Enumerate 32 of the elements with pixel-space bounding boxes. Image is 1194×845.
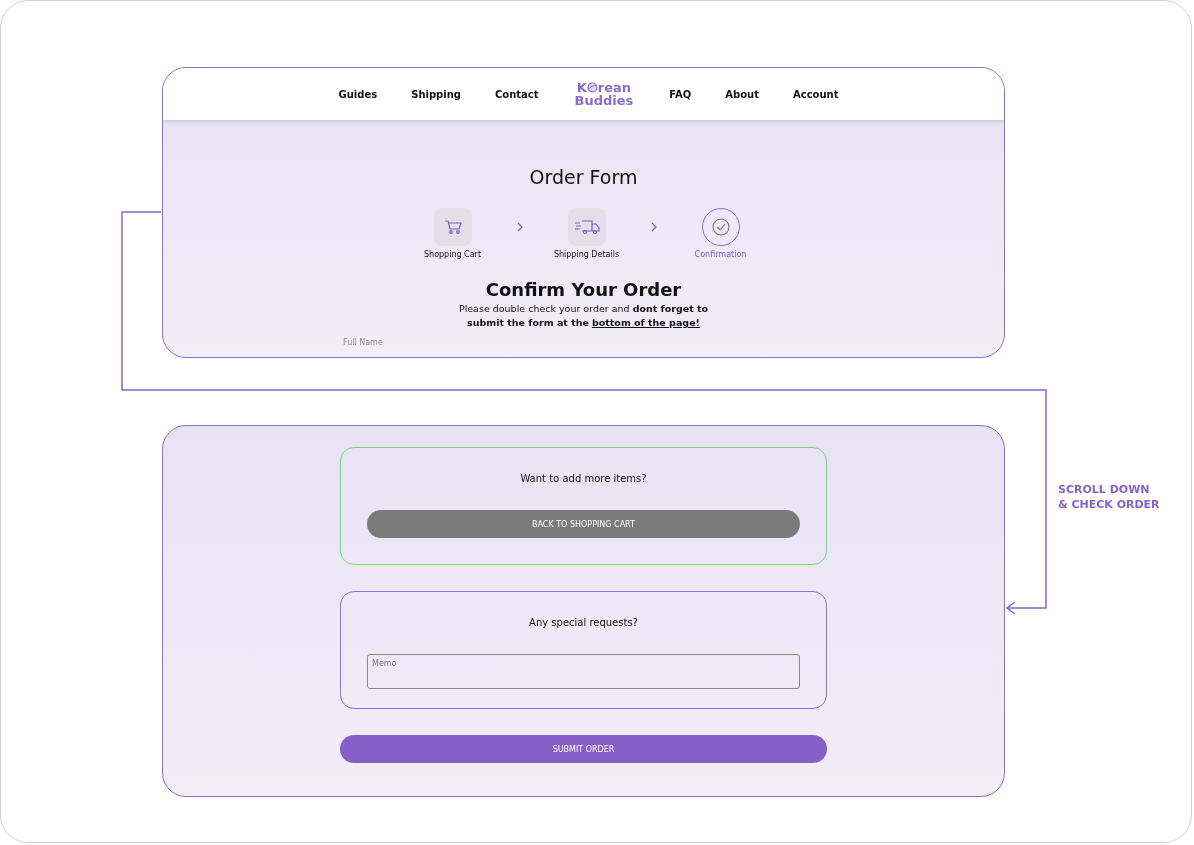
section-title: Confirm Your Order — [485, 279, 682, 300]
back-to-cart-button[interactable]: BACK TO SHOPPING CART — [367, 510, 800, 538]
check-icon — [711, 218, 730, 236]
nav-link[interactable]: Account — [792, 88, 839, 100]
field-label: Full Name — [343, 338, 383, 347]
nav-link[interactable]: About — [725, 88, 759, 100]
step-label: Shopping Cart — [424, 250, 481, 259]
card-question: Any special requests? — [529, 617, 638, 628]
globe-icon — [586, 82, 598, 93]
cart-icon — [443, 219, 462, 235]
nav-link[interactable]: Guides — [338, 88, 378, 100]
logo-text[interactable]: rean — [597, 81, 632, 94]
annotation-text: & CHECK ORDER — [1058, 497, 1160, 512]
truck-icon — [573, 219, 600, 235]
page-title: Order Form — [529, 166, 638, 188]
step-badge[interactable] — [433, 208, 472, 246]
chevron-icon — [650, 222, 657, 232]
submit-button[interactable]: SUBMIT ORDER — [340, 735, 827, 763]
logo-text[interactable]: Buddies — [574, 94, 634, 107]
step-label: Confirmation — [694, 250, 747, 259]
card-question: Want to add more items? — [520, 473, 647, 484]
memo-field[interactable]: Memo — [367, 654, 800, 689]
instruction-text: Please double check your order and dont forget to submit the form at the bottom of the page! — [457, 302, 710, 330]
step-label: Shipping Details — [553, 250, 620, 259]
step-badge[interactable] — [567, 208, 606, 246]
chevron-icon — [516, 222, 523, 232]
bottom-link[interactable]: bottom of the page! — [591, 317, 700, 328]
annotation-text: SCROLL DOWN — [1058, 482, 1151, 497]
nav-link[interactable]: FAQ — [669, 88, 692, 100]
nav-link[interactable]: Shipping — [411, 88, 461, 100]
logo-text[interactable]: K — [576, 81, 587, 94]
nav-link[interactable]: Contact — [495, 88, 539, 100]
